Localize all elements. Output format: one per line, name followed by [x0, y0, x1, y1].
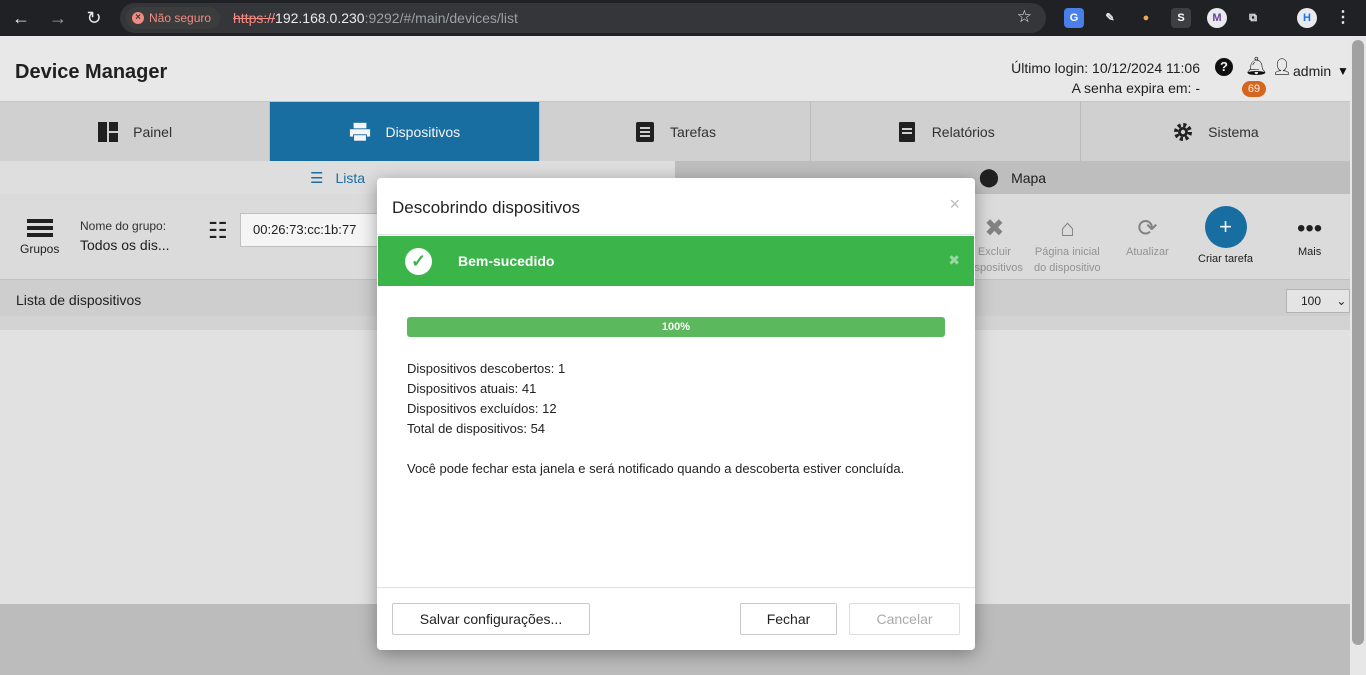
- insecure-badge[interactable]: × Não seguro: [126, 7, 221, 29]
- bookmark-star-icon[interactable]: ☆: [1017, 7, 1032, 27]
- url-path: :9292/#/main/devices/list: [364, 10, 518, 26]
- url-protocol: https://: [233, 10, 276, 26]
- puzzle-extensions-icon[interactable]: ⧉: [1243, 8, 1263, 28]
- notice-text: Você pode fechar esta janela e será noti…: [407, 461, 905, 476]
- back-arrow-icon[interactable]: ←: [9, 6, 33, 30]
- alert-close-icon[interactable]: ✖: [948, 252, 960, 269]
- alert-text: Bem-sucedido: [458, 253, 555, 269]
- browser-chrome: ← → ↻ × Não seguro https://192.168.0.230…: [0, 0, 1366, 36]
- dialog-title: Descobrindo dispositivos: [392, 198, 581, 217]
- url-host: 192.168.0.230: [275, 10, 365, 26]
- discovery-stats: Dispositivos descobertos: 1 Dispositivos…: [407, 359, 565, 439]
- cancel-button[interactable]: Cancelar: [849, 603, 960, 635]
- profile-avatar-icon[interactable]: H: [1297, 8, 1317, 28]
- address-bar[interactable]: × Não seguro https://192.168.0.230:9292/…: [120, 3, 1046, 33]
- warning-icon: ×: [132, 12, 144, 24]
- progress-fill: 100%: [407, 317, 945, 337]
- eyedropper-extension-icon[interactable]: ✎: [1100, 8, 1120, 28]
- dialog-divider: [377, 234, 975, 235]
- progress-bar: 100%: [407, 317, 945, 337]
- fire-extension-icon[interactable]: ●: [1136, 8, 1156, 28]
- url-text[interactable]: https://192.168.0.230:9292/#/main/device…: [233, 10, 518, 26]
- close-button[interactable]: Fechar: [740, 603, 837, 635]
- stat-deleted: Dispositivos excluídos: 12: [407, 401, 557, 416]
- m-extension-icon[interactable]: M: [1207, 8, 1227, 28]
- reload-icon[interactable]: ↻: [82, 6, 106, 30]
- forward-arrow-icon[interactable]: →: [46, 6, 70, 30]
- footer-divider: [377, 587, 975, 588]
- stat-discovered: Dispositivos descobertos: 1: [407, 361, 566, 376]
- check-icon: ✓: [405, 248, 432, 275]
- success-alert: ✓ Bem-sucedido ✖: [378, 236, 974, 286]
- stat-current: Dispositivos atuais: 41: [407, 381, 537, 396]
- insecure-label: Não seguro: [149, 11, 212, 25]
- translate-extension-icon[interactable]: G: [1064, 8, 1084, 28]
- save-settings-button[interactable]: Salvar configurações...: [392, 603, 590, 635]
- s-extension-icon[interactable]: S: [1171, 8, 1191, 28]
- discovery-dialog: Descobrindo dispositivos × ✓ Bem-sucedid…: [377, 178, 975, 650]
- close-icon[interactable]: ×: [949, 194, 960, 215]
- browser-menu-icon[interactable]: ⋮: [1333, 8, 1353, 28]
- stat-total: Total de dispositivos: 54: [407, 421, 546, 436]
